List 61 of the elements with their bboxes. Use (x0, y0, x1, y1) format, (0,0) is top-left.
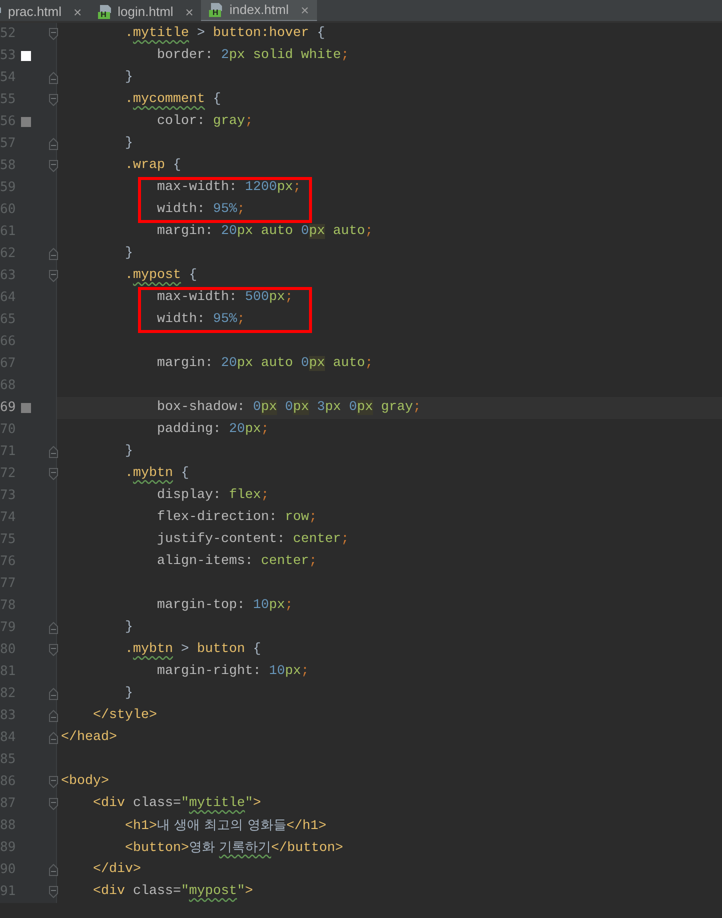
code-line: align-items: center; (156, 553, 317, 571)
code-line: </style> (92, 707, 157, 725)
code-line: margin-top: 10px; (156, 597, 293, 615)
code-line: .mybtn { (124, 465, 189, 483)
fold-icon[interactable] (48, 732, 58, 744)
code-line: <body> (61, 773, 109, 791)
code-line: display: flex; (156, 487, 269, 505)
file-tab[interactable]: H index.html × (201, 0, 317, 21)
code-line: justify-content: center; (156, 531, 349, 549)
fold-icon[interactable] (48, 160, 58, 172)
fold-icon[interactable] (48, 28, 58, 40)
code-line: <button>영화 기록하기</button> (124, 838, 344, 858)
close-icon[interactable]: × (300, 3, 309, 17)
fold-icon[interactable] (48, 138, 58, 150)
fold-icon[interactable] (48, 688, 58, 700)
fold-icon[interactable] (48, 72, 58, 84)
line-number: 69 (0, 399, 16, 418)
fold-icon[interactable] (48, 644, 58, 656)
code-line: margin: 20px auto 0px auto; (156, 355, 373, 373)
code-line: margin: 20px auto 0px auto; (156, 223, 373, 241)
code-line: margin-right: 10px; (156, 663, 309, 681)
code-line: } (124, 245, 133, 263)
code-line: .wrap { (124, 157, 181, 175)
code-line: .mytitle > button:hover { (124, 25, 325, 43)
file-tab[interactable]: prac.html × (0, 0, 90, 21)
code-line: } (124, 685, 133, 703)
fold-icon[interactable] (48, 710, 58, 722)
code-line: } (124, 443, 133, 461)
code-line: flex-direction: row; (156, 509, 317, 527)
fold-icon[interactable] (48, 446, 58, 458)
fold-icon[interactable] (48, 94, 58, 106)
code-line: <div class="mytitle"> (92, 795, 261, 813)
code-line: .mypost { (124, 267, 197, 285)
code-line: width: 95%; (156, 201, 245, 219)
code-line: max-width: 500px; (156, 289, 293, 307)
close-icon[interactable]: × (73, 4, 82, 18)
fold-icon[interactable] (48, 886, 58, 898)
code-line: } (124, 135, 133, 153)
fold-icon[interactable] (48, 270, 58, 282)
file-tab[interactable]: H login.html × (90, 0, 202, 21)
fold-icon[interactable] (48, 798, 58, 810)
code-line: padding: 20px; (156, 421, 269, 439)
code-line: </div> (92, 861, 141, 879)
code-line: } (124, 619, 133, 637)
code-line: border: 2px solid white; (156, 47, 349, 65)
code-line: color: gray; (156, 113, 253, 131)
fold-icon[interactable] (48, 468, 58, 480)
code-line: box-shadow: 0px 0px 3px 0px gray; (156, 399, 421, 417)
fold-icon[interactable] (48, 864, 58, 876)
code-line: </head> (61, 729, 117, 747)
fold-icon[interactable] (48, 776, 58, 788)
code-line: max-width: 1200px; (156, 179, 301, 197)
code-line: } (124, 69, 133, 87)
code-line: <h1>내 생애 최고의 영화들</h1> (124, 816, 326, 836)
code-line: .mybtn > button { (124, 641, 261, 659)
fold-icon[interactable] (48, 622, 58, 634)
code-line: <div class="mypost"> (92, 883, 253, 901)
close-icon[interactable]: × (185, 4, 194, 18)
fold-icon[interactable] (48, 248, 58, 260)
code-line: width: 95%; (156, 311, 245, 329)
code-line: .mycomment { (124, 91, 221, 109)
